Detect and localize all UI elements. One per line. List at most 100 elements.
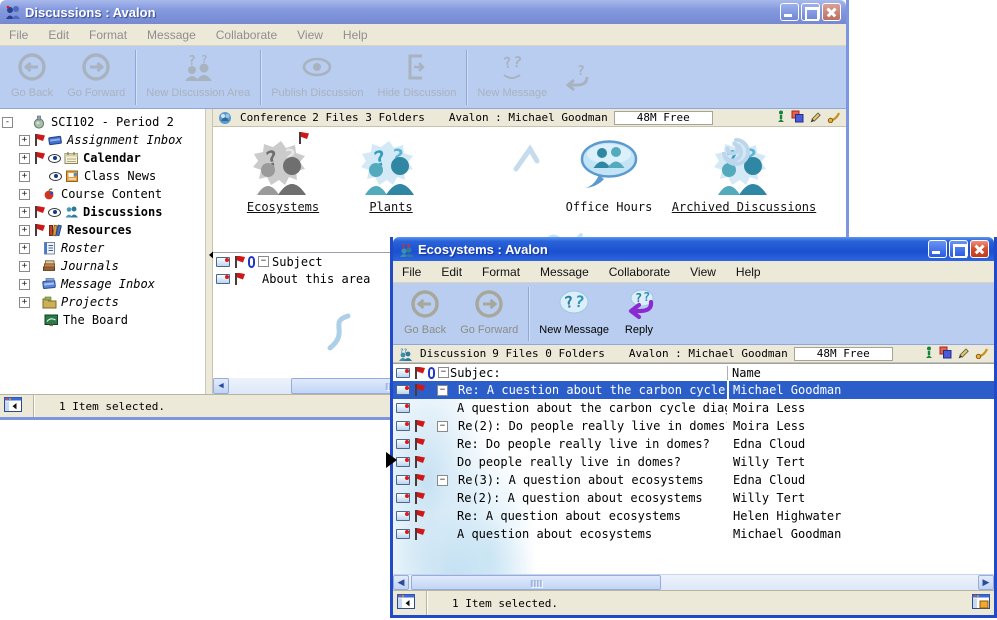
conference-icon-office-hours[interactable]: Office Hours — [553, 139, 665, 214]
panel-toggle-icon[interactable] — [397, 594, 415, 612]
toolbar-button-label: Reply — [625, 324, 653, 336]
menu-item-view[interactable]: View — [690, 265, 716, 279]
message-list-header[interactable]: − Subjec: Name — [393, 363, 994, 381]
conference-icon-plants[interactable]: ? ? Plants — [341, 139, 441, 214]
sidebar-item-sci102-period-2[interactable]: -SCI102 - Period 2 — [0, 113, 205, 131]
minimize-button[interactable] — [780, 3, 799, 21]
collapse-icon[interactable]: - — [2, 117, 13, 128]
sidebar-item-discussions[interactable]: +Discussions — [0, 203, 205, 221]
conference-icon-archived-discussions[interactable]: ? ? Archived Discussions — [665, 139, 823, 214]
collapse-all-icon[interactable]: − — [258, 256, 269, 267]
toolbar-button-go-forward[interactable]: Go Forward — [60, 49, 132, 101]
sidebar-item-course-content[interactable]: +Course Content — [0, 185, 205, 203]
toolbar-button-go-forward[interactable]: Go Forward — [453, 286, 525, 338]
expand-icon[interactable]: + — [19, 135, 30, 146]
menu-item-collaborate[interactable]: Collaborate — [609, 265, 670, 279]
menu-item-file[interactable]: File — [402, 265, 421, 279]
expand-icon[interactable]: + — [19, 207, 30, 218]
panel-toggle-icon[interactable] — [4, 397, 22, 415]
toolbar-button-publish-discussion[interactable]: Publish Discussion — [264, 49, 370, 101]
minimize-button[interactable] — [928, 240, 947, 258]
toolbar-button-reply[interactable]: ??Reply — [616, 286, 662, 338]
expand-icon[interactable]: + — [19, 225, 30, 236]
sidebar-item-calendar[interactable]: +Calendar — [0, 149, 205, 167]
admin-key-icon[interactable] — [975, 346, 989, 362]
maximize-button[interactable] — [801, 3, 820, 21]
message-list-hscrollbar[interactable]: ◀ ▶ — [393, 574, 994, 590]
layout-toggle-icon[interactable] — [972, 594, 990, 612]
toolbar-button-new-message[interactable]: ??New Message — [532, 286, 616, 338]
menu-item-collaborate[interactable]: Collaborate — [216, 28, 277, 42]
window2-titlebar[interactable]: ?? Ecosystems : Avalon — [393, 237, 994, 261]
menu-item-message[interactable]: Message — [540, 265, 589, 279]
expand-icon[interactable]: + — [19, 153, 30, 164]
expand-icon[interactable]: + — [19, 171, 30, 182]
unread-icon[interactable] — [791, 110, 804, 126]
menu-item-file[interactable]: File — [9, 28, 28, 42]
edit-permission-icon[interactable] — [957, 346, 970, 362]
message-row[interactable]: Re: Do people really live in domes?Edna … — [393, 435, 994, 453]
menu-item-edit[interactable]: Edit — [441, 265, 462, 279]
scroll-right-icon[interactable]: ▶ — [978, 575, 994, 590]
scroll-left-icon[interactable]: ◀ — [213, 378, 229, 394]
envelope-icon — [396, 403, 410, 413]
message-row[interactable]: Do people really live in domes?Willy Ter… — [393, 453, 994, 471]
toolbar-button-new-message[interactable]: ??New Message — [470, 49, 554, 101]
toolbar-button-go-back[interactable]: Go Back — [397, 286, 453, 338]
collapse-all-icon[interactable]: − — [438, 367, 449, 378]
expand-icon[interactable]: + — [19, 279, 30, 290]
window1-titlebar[interactable]: Discussions : Avalon — [0, 0, 846, 24]
menu-item-format[interactable]: Format — [482, 265, 520, 279]
people-icon — [64, 205, 80, 219]
menu-item-format[interactable]: Format — [89, 28, 127, 42]
menu-item-view[interactable]: View — [297, 28, 323, 42]
message-row[interactable]: A question about the carbon cycle diagra… — [393, 399, 994, 417]
toolbar-button-new-discussion-area[interactable]: ??New Discussion Area — [139, 49, 257, 101]
sidebar-item-projects[interactable]: +Projects — [0, 293, 205, 311]
menu-item-help[interactable]: Help — [736, 265, 761, 279]
unread-icon[interactable] — [939, 346, 952, 362]
collapse-thread-icon[interactable]: − — [437, 421, 448, 432]
message-row[interactable]: −Re(2): Do people really live in domes?M… — [393, 417, 994, 435]
sidebar-item-resources[interactable]: +Resources — [0, 221, 205, 239]
message-row[interactable]: Re: A question about ecosystemsHelen Hig… — [393, 507, 994, 525]
scroll-left-icon[interactable]: ◀ — [393, 575, 409, 590]
collapse-thread-icon[interactable]: − — [437, 385, 448, 396]
status-text: 1 Item selected. — [59, 400, 165, 413]
name-column-header[interactable]: Name — [727, 366, 994, 380]
menu-item-edit[interactable]: Edit — [48, 28, 69, 42]
toolbar-button-go-back[interactable]: Go Back — [4, 49, 60, 101]
sidebar-item-class-news[interactable]: +Class News — [0, 167, 205, 185]
expand-icon[interactable]: + — [19, 297, 30, 308]
tree-splitter[interactable] — [206, 109, 213, 394]
sidebar-item-journals[interactable]: +Journals — [0, 257, 205, 275]
menu-item-message[interactable]: Message — [147, 28, 196, 42]
maximize-button[interactable] — [949, 240, 968, 258]
message-row[interactable]: −Re: A cuestion about the carbon cycle d… — [393, 381, 994, 399]
expand-icon[interactable]: + — [19, 243, 30, 254]
toolbar-button-reply[interactable]: ? — [554, 61, 600, 101]
scroll-thumb[interactable] — [411, 575, 661, 590]
expand-icon[interactable]: + — [19, 189, 30, 200]
message-author: Edna Cloud — [727, 435, 994, 453]
close-button[interactable] — [822, 3, 841, 21]
sidebar-item-message-inbox[interactable]: +Message Inbox — [0, 275, 205, 293]
close-button[interactable] — [970, 240, 989, 258]
sidebar-item-roster[interactable]: +Roster — [0, 239, 205, 257]
conference-icon-ecosystems[interactable]: ? ? Ecosystems — [227, 139, 339, 214]
message-row[interactable]: −Re(3): A question about ecosystemsEdna … — [393, 471, 994, 489]
flag-icon — [413, 492, 425, 504]
sidebar-item-the-board[interactable]: The Board — [0, 311, 205, 329]
edit-permission-icon[interactable] — [809, 110, 822, 126]
collapse-thread-icon[interactable]: − — [437, 475, 448, 486]
subject-column-header[interactable]: Subjec: — [450, 366, 727, 380]
toolbar-button-hide-discussion[interactable]: Hide Discussion — [371, 49, 464, 101]
menu-item-help[interactable]: Help — [343, 28, 368, 42]
online-users-icon[interactable] — [924, 346, 934, 361]
expand-icon[interactable]: + — [19, 261, 30, 272]
message-row[interactable]: A question about ecosystemsMichael Goodm… — [393, 525, 994, 543]
message-row[interactable]: Re(2): A question about ecosystemsWilly … — [393, 489, 994, 507]
sidebar-item-assignment-inbox[interactable]: +Assignment Inbox — [0, 131, 205, 149]
admin-key-icon[interactable] — [827, 110, 841, 126]
online-users-icon[interactable] — [776, 110, 786, 125]
